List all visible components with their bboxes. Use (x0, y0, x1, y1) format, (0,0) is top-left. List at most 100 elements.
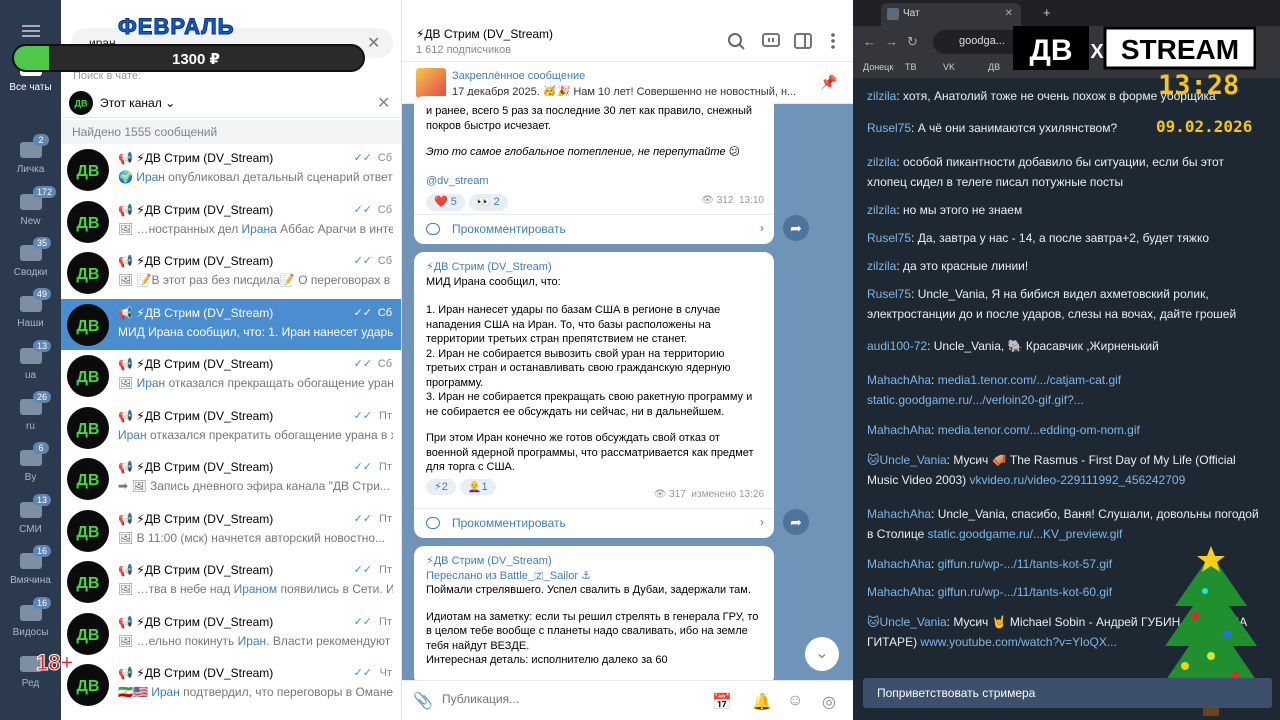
notifications-icon[interactable]: 🔔 (752, 692, 772, 712)
chat-text: : (931, 373, 938, 387)
search-result-row[interactable]: ДВ 📢 ⚡ДВ Стрим (DV_Stream) ✓✓ Пт Иран отказа… (61, 402, 401, 453)
folder-item[interactable]: 2 Личка (0, 134, 61, 175)
menu-icon[interactable] (0, 30, 61, 32)
chat-username[interactable]: 🐱Uncle_Vania (867, 615, 947, 629)
search-result-row[interactable]: ДВ 📢 ⚡ДВ Стрим (DV_Stream) ✓✓ Сб 🖼 📝В этот р… (61, 247, 401, 298)
message-text: Интересная деталь: исполнителю далеко за… (426, 654, 668, 666)
chat-username[interactable]: Rusel75 (867, 287, 911, 301)
forward-icon[interactable]: → (885, 34, 898, 49)
chat-link[interactable]: giffun.ru/wp-.../11/tants-kot-57.gif (938, 557, 1112, 571)
chat-message: Rusel75: Uncle_Vania, Я на бибися видел … (867, 284, 1262, 324)
message-input[interactable] (442, 692, 692, 706)
search-result-row[interactable]: ДВ 📢 ⚡ДВ Стрим (DV_Stream) ✓✓ Чт 🇮🇷🇺🇸 Иран п… (61, 659, 401, 710)
search-result-row[interactable]: ДВ 📢 ⚡ДВ Стрим (DV_Stream) ✓✓ Сб 🌍 Иран опуб… (61, 144, 401, 195)
forwarded-from[interactable]: Переслано из Battle_🇿_Sailor ⚓ (426, 569, 762, 584)
reaction-person[interactable]: 👩‍🦲1 (459, 478, 496, 495)
greet-streamer-button[interactable]: Поприветствовать стримера (863, 678, 1272, 708)
reload-icon[interactable]: ↻ (907, 34, 918, 50)
search-result-row[interactable]: ДВ 📢 ⚡ДВ Стрим (DV_Stream) ✓✓ Сб 🖼 …ностранн… (61, 196, 401, 247)
bookmark-item[interactable]: ТВ (905, 62, 917, 72)
emoji-icon[interactable]: ☺ (787, 692, 803, 710)
schedule-icon[interactable]: 📅 (712, 692, 732, 712)
search-result-row[interactable]: ДВ 📢 ⚡ДВ Стрим (DV_Stream) ✓✓ Пт ➡ 🖼 Запись … (61, 453, 401, 504)
channel-link[interactable]: @dv_stream (426, 174, 762, 189)
reaction-lightning[interactable]: ⚡2 (426, 478, 456, 495)
chat-link[interactable]: static.goodgame.ru/...KV_preview.gif (928, 527, 1123, 541)
chat-username[interactable]: MahachAha (867, 373, 931, 387)
back-icon[interactable]: ← (863, 34, 876, 49)
chat-link[interactable]: vkvideo.ru/video-229111992_456242709 (970, 473, 1186, 487)
share-button[interactable]: ➦ (783, 215, 809, 241)
chat-username[interactable]: zilzila (867, 203, 896, 217)
chat-username[interactable]: audi100-72 (867, 339, 927, 353)
bookmark-item[interactable]: Донецк (863, 62, 893, 72)
search-result-row[interactable]: ДВ 📢 ⚡ДВ Стрим (DV_Stream) ✓✓ Пт 🖼 …тва в не… (61, 556, 401, 607)
comment-button[interactable]: Прокомментировать › (414, 214, 774, 244)
scroll-down-button[interactable]: ⌄ (805, 637, 839, 671)
svg-text:ДВ: ДВ (77, 163, 100, 180)
folder-item[interactable]: 16 Видосы (0, 597, 61, 638)
folder-item[interactable]: 35 Сводки (0, 237, 61, 278)
search-result-row[interactable]: ДВ 📢 ⚡ДВ Стрим (DV_Stream) ✓✓ Сб 🖼 Иран отка… (61, 350, 401, 401)
folder-item[interactable]: 13 ua (0, 340, 61, 381)
folder-item[interactable]: 16 Вмячина (0, 545, 61, 586)
channel-title[interactable]: ⚡ДВ Стрим (DV_Stream) (416, 27, 553, 41)
folder-label: Сводки (13, 267, 48, 278)
reaction-heart[interactable]: ❤️ 5 (426, 194, 465, 211)
chat-link[interactable]: www.youtube.com/watch?v=YloQX... (920, 635, 1116, 649)
chat-link[interactable]: media.tenor.com/...edding-om-nom.gif (938, 423, 1140, 437)
message-author[interactable]: ⚡ДВ Стрим (DV_Stream) (426, 554, 762, 569)
folder-item[interactable]: 49 Наши (0, 288, 61, 329)
result-title: 📢 ⚡ДВ Стрим (DV_Stream) (118, 357, 274, 371)
comment-button[interactable]: Прокомментировать › (414, 508, 774, 538)
chat-username[interactable]: MahachAha (867, 423, 931, 437)
search-clear-icon[interactable]: ✕ (367, 33, 380, 53)
chat-username[interactable]: MahachAha (867, 585, 931, 599)
more-icon[interactable] (822, 30, 844, 52)
live-chat-icon[interactable] (760, 30, 782, 52)
chat-username[interactable]: MahachAha (867, 507, 931, 521)
channel-avatar: ДВ (67, 509, 109, 552)
chat-username[interactable]: 🐱Uncle_Vania (867, 453, 947, 467)
sidebar-toggle-icon[interactable] (792, 30, 814, 52)
svg-text:ДВ: ДВ (1029, 34, 1072, 67)
search-icon[interactable] (725, 30, 747, 52)
age-rating-badge: 18+ (35, 650, 74, 676)
folder-item[interactable]: 172 New (0, 186, 61, 227)
search-result-row[interactable]: ДВ 📢 ⚡ДВ Стрим (DV_Stream) ✓✓ Сб МИД Ирана с… (61, 298, 401, 350)
svg-text:STREAM: STREAM (1121, 34, 1239, 65)
chat-text: : да это красные линии! (896, 259, 1029, 273)
close-tab-icon[interactable]: ✕ (1005, 8, 1013, 19)
message-text: Идиотам на заметку: если ты решил стреля… (426, 610, 759, 652)
chat-username[interactable]: Rusel75 (867, 121, 911, 135)
chat-text: : (931, 557, 938, 571)
chat-username[interactable]: zilzila (867, 89, 896, 103)
close-filter-icon[interactable]: ✕ (377, 93, 390, 113)
search-result-row[interactable]: ДВ 📢 ⚡ДВ Стрим (DV_Stream) ✓✓ Пт 🖼 …ельно по… (61, 608, 401, 659)
chat-username[interactable]: MahachAha (867, 557, 931, 571)
new-tab-icon[interactable]: + (1043, 5, 1051, 20)
message-author[interactable]: ⚡ДВ Стрим (DV_Stream) (426, 260, 762, 275)
chat-message: MahachAha: media1.tenor.com/.../catjam-c… (867, 370, 1262, 410)
bookmark-item[interactable]: VK (943, 62, 955, 72)
chat-username[interactable]: zilzila (867, 259, 896, 273)
pin-list-icon[interactable]: 📌 (820, 74, 837, 91)
folder-label: Наши (17, 318, 44, 329)
folder-item[interactable]: 13 СМИ (0, 494, 61, 535)
browser-tab[interactable]: Чат ✕ (881, 3, 1021, 26)
attach-icon[interactable]: 📎 (413, 691, 433, 711)
search-result-row[interactable]: ДВ 📢 ⚡ДВ Стрим (DV_Stream) ✓✓ Пт 🖼 В 11:00 (… (61, 505, 401, 556)
chat-username[interactable]: Rusel75 (867, 231, 911, 245)
chat-username[interactable]: zilzila (867, 155, 896, 169)
composer: 📎 📅 🔔 ☺ ◎ (402, 680, 853, 720)
share-button[interactable]: ➦ (783, 509, 809, 535)
folder-item[interactable]: 6 By (0, 442, 61, 483)
result-snippet: МИД Ирана сообщил, что: 1. Иран нанесет … (118, 324, 393, 339)
camera-icon[interactable]: ◎ (822, 692, 836, 712)
channel-filter[interactable]: ДВ Этот канал ⌄ ✕ (61, 88, 401, 118)
result-title: 📢 ⚡ДВ Стрим (DV_Stream) (118, 151, 274, 165)
bookmark-item[interactable]: ДВ (988, 62, 1000, 72)
folder-item[interactable]: 26 ru (0, 391, 61, 432)
reaction-eyes[interactable]: 👀 2 (468, 194, 508, 211)
chat-link[interactable]: giffun.ru/wp-.../11/tants-kot-60.gif (938, 585, 1112, 599)
